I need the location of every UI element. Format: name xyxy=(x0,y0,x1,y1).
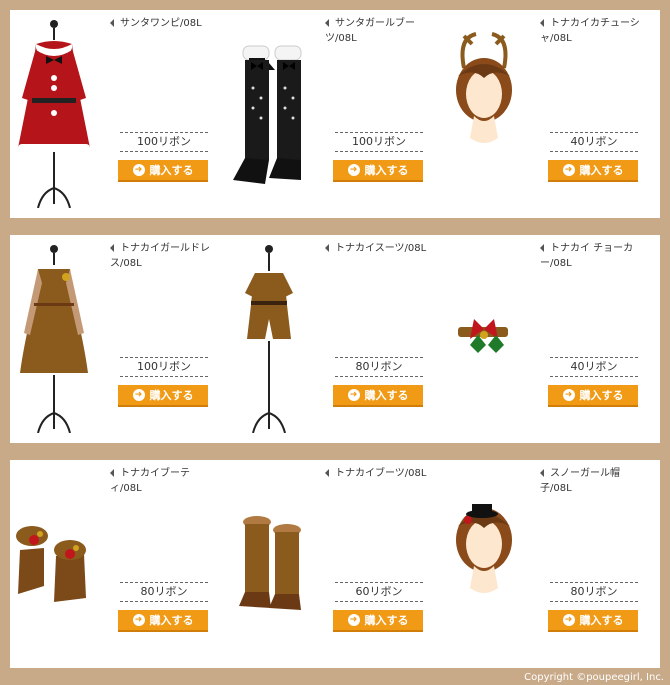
buy-button[interactable]: ➜ 購入する xyxy=(548,610,638,632)
product-card: トナカイスーツ/08L 80リボン ➜ 購入する xyxy=(225,235,440,443)
product-name[interactable]: トナカイカチューシャ/08L xyxy=(540,16,648,46)
buy-button[interactable]: ➜ 購入する xyxy=(118,160,208,182)
product-card: トナカイガールドレス/08L 100リボン ➜ 購入する xyxy=(10,235,225,443)
product-name[interactable]: トナカイ チョーカー/08L xyxy=(540,241,648,271)
dress-reindeer-icon xyxy=(20,245,88,433)
buy-button[interactable]: ➜ 購入する xyxy=(118,610,208,632)
copyright-text: Copyright ©poupeegirl, Inc. xyxy=(524,672,664,683)
arrow-right-circle-icon: ➜ xyxy=(562,389,575,401)
arrow-right-circle-icon: ➜ xyxy=(132,164,145,176)
product-name[interactable]: スノーガール帽子/08L xyxy=(540,466,648,496)
product-card: サンタガールブーツ/08L 100リボン ➜ 購入する xyxy=(225,10,440,218)
arrow-left-icon xyxy=(540,244,544,252)
arrow-left-icon xyxy=(540,469,544,477)
buy-button[interactable]: ➜ 購入する xyxy=(333,610,423,632)
product-card: トナカイブーティ/08L 80リボン ➜ 購入する xyxy=(10,460,225,668)
arrow-right-circle-icon: ➜ xyxy=(347,164,360,176)
product-name[interactable]: サンタワンピ/08L xyxy=(110,16,218,31)
product-price: 100リボン xyxy=(335,132,423,152)
choker-icon xyxy=(458,319,508,353)
arrow-left-icon xyxy=(110,469,114,477)
product-name[interactable]: トナカイブーティ/08L xyxy=(110,466,218,496)
product-card: サンタワンピ/08L 100リボン ➜ 購入する xyxy=(10,10,225,218)
arrow-left-icon xyxy=(325,244,329,252)
arrow-right-circle-icon: ➜ xyxy=(562,164,575,176)
buy-button[interactable]: ➜ 購入する xyxy=(548,385,638,407)
arrow-left-icon xyxy=(110,244,114,252)
product-price: 100リボン xyxy=(120,357,208,377)
headband-antler-icon xyxy=(456,32,512,143)
product-row-2: トナカイガールドレス/08L 100リボン ➜ 購入する トナカイスーツ/08L … xyxy=(10,235,660,443)
arrow-left-icon xyxy=(325,19,329,27)
product-name[interactable]: サンタガールブーツ/08L xyxy=(325,16,433,46)
product-card: スノーガール帽子/08L 80リボン ➜ 購入する xyxy=(440,460,655,668)
hat-snowgirl-icon xyxy=(456,504,512,593)
arrow-left-icon xyxy=(540,19,544,27)
arrow-right-circle-icon: ➜ xyxy=(347,389,360,401)
dress-santa-icon xyxy=(18,20,90,208)
product-name[interactable]: トナカイブーツ/08L xyxy=(325,466,433,481)
product-row-1: サンタワンピ/08L 100リボン ➜ 購入する サンタガールブーツ/08L 10… xyxy=(10,10,660,218)
product-price: 40リボン xyxy=(550,357,638,377)
buy-button[interactable]: ➜ 購入する xyxy=(333,160,423,182)
product-price: 80リボン xyxy=(550,582,638,602)
arrow-right-circle-icon: ➜ xyxy=(132,389,145,401)
bootie-icon xyxy=(16,526,86,602)
product-price: 100リボン xyxy=(120,132,208,152)
buy-button[interactable]: ➜ 購入する xyxy=(118,385,208,407)
product-price: 40リボン xyxy=(550,132,638,152)
arrow-right-circle-icon: ➜ xyxy=(132,614,145,626)
suit-reindeer-icon xyxy=(245,245,293,433)
product-row-3: トナカイブーティ/08L 80リボン ➜ 購入する トナカイブーツ/08L 60リ… xyxy=(10,460,660,668)
arrow-left-icon xyxy=(110,19,114,27)
product-price: 80リボン xyxy=(335,357,423,377)
product-price: 80リボン xyxy=(120,582,208,602)
product-card: トナカイ チョーカー/08L 40リボン ➜ 購入する xyxy=(440,235,655,443)
arrow-right-circle-icon: ➜ xyxy=(562,614,575,626)
buy-button[interactable]: ➜ 購入する xyxy=(333,385,423,407)
product-card: トナカイブーツ/08L 60リボン ➜ 購入する xyxy=(225,460,440,668)
boots-reindeer-icon xyxy=(239,516,301,610)
boots-santa-icon xyxy=(233,45,302,184)
buy-button[interactable]: ➜ 購入する xyxy=(548,160,638,182)
product-name[interactable]: トナカイスーツ/08L xyxy=(325,241,433,256)
arrow-left-icon xyxy=(325,469,329,477)
arrow-right-circle-icon: ➜ xyxy=(347,614,360,626)
product-price: 60リボン xyxy=(335,582,423,602)
product-name[interactable]: トナカイガールドレス/08L xyxy=(110,241,218,271)
product-card: トナカイカチューシャ/08L 40リボン ➜ 購入する xyxy=(440,10,655,218)
